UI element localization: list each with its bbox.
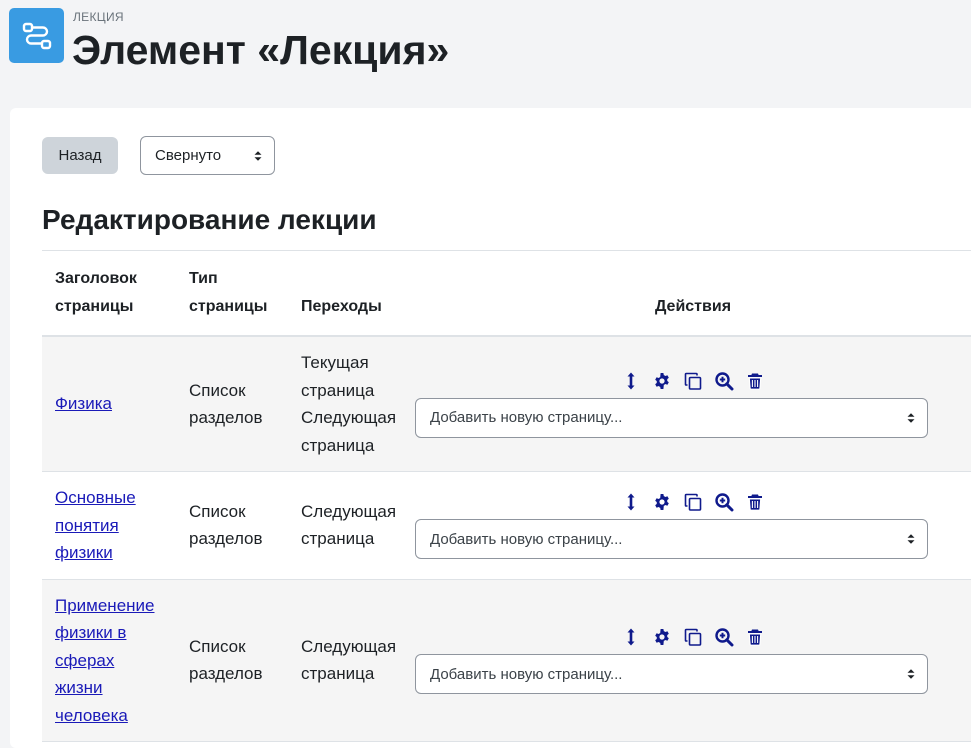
move-icon[interactable] [621, 492, 641, 512]
add-page-select[interactable]: Добавить новую страницу... [415, 519, 928, 560]
page-action-icons [415, 370, 971, 392]
copy-icon[interactable] [683, 371, 703, 391]
table-header-row: Заголовок страницы Тип страницы Переходы Д… [42, 250, 971, 337]
column-header-actions: Действия [415, 250, 971, 337]
trash-icon[interactable] [745, 492, 765, 512]
page-actions-cell: Добавить новую страницу... [415, 471, 971, 580]
page-actions-cell: Добавить новую страницу... [415, 336, 971, 472]
lesson-pages-table-wrap: Заголовок страницы Тип страницы Переходы Д… [42, 250, 971, 742]
add-page-select[interactable]: Добавить новую страницу... [415, 398, 928, 438]
back-button[interactable]: Назад [42, 137, 118, 174]
page-header: ЛЕКЦИЯ Элемент «Лекция» [0, 0, 971, 100]
page-action-icons [415, 626, 971, 648]
gear-icon[interactable] [652, 492, 672, 512]
page-jumps-cell: Следующая страница [288, 579, 415, 742]
trash-icon[interactable] [745, 371, 765, 391]
page-type-cell: Список разделов [176, 336, 288, 472]
page-title-link[interactable]: Основные понятия физики [55, 488, 136, 562]
lesson-pages-table: Заголовок страницы Тип страницы Переходы Д… [42, 250, 971, 742]
view-mode-value: Свернуто [155, 147, 222, 164]
view-mode-select[interactable]: Свернуто [140, 136, 275, 175]
activity-type-label: ЛЕКЦИЯ [73, 10, 124, 24]
page-title: Элемент «Лекция» [72, 27, 450, 73]
copy-icon[interactable] [683, 627, 703, 647]
copy-icon[interactable] [683, 492, 703, 512]
column-header-page-title: Заголовок страницы [42, 250, 176, 337]
page-title-cell: Основные понятия физики [42, 471, 176, 580]
move-icon[interactable] [621, 627, 641, 647]
add-page-select-value: Добавить новую страницу... [430, 409, 623, 427]
gear-icon[interactable] [652, 371, 672, 391]
zoom-in-icon[interactable] [714, 371, 734, 391]
table-row: Применение физики в сферах жизни человека Сп… [42, 579, 971, 742]
select-caret-icon [907, 534, 915, 544]
column-header-page-type: Тип страницы [176, 250, 288, 337]
select-caret-icon [907, 413, 915, 423]
add-page-select[interactable]: Добавить новую страницу... [415, 654, 928, 695]
page-type-cell: Список разделов [176, 471, 288, 580]
add-page-select-value: Добавить новую страницу... [430, 665, 623, 683]
page-title-link[interactable]: Физика [55, 394, 112, 413]
trash-icon[interactable] [745, 627, 765, 647]
zoom-in-icon[interactable] [714, 627, 734, 647]
page-title-cell: Применение физики в сферах жизни человека [42, 579, 176, 742]
select-caret-icon [254, 150, 262, 161]
move-icon[interactable] [621, 371, 641, 391]
column-header-jumps: Переходы [288, 250, 415, 337]
gear-icon[interactable] [652, 627, 672, 647]
add-page-select-value: Добавить новую страницу... [430, 530, 623, 548]
page-type-cell: Список разделов [176, 579, 288, 742]
section-title: Редактирование лекции [42, 204, 377, 235]
table-row: Физика Список разделов Текущая страница Сле… [42, 336, 971, 472]
page-title-cell: Физика [42, 336, 176, 472]
table-row: Основные понятия физики Список разделов Сле… [42, 471, 971, 580]
zoom-in-icon[interactable] [714, 492, 734, 512]
page-action-icons [415, 491, 971, 513]
page-jumps-cell: Следующая страница [288, 471, 415, 580]
page-jumps-cell: Текущая страница Следующая страница [288, 336, 415, 472]
lesson-icon [9, 8, 64, 63]
page-actions-cell: Добавить новую страницу... [415, 579, 971, 742]
select-caret-icon [907, 669, 915, 679]
page-title-link[interactable]: Применение физики в сферах жизни человека [55, 596, 155, 725]
